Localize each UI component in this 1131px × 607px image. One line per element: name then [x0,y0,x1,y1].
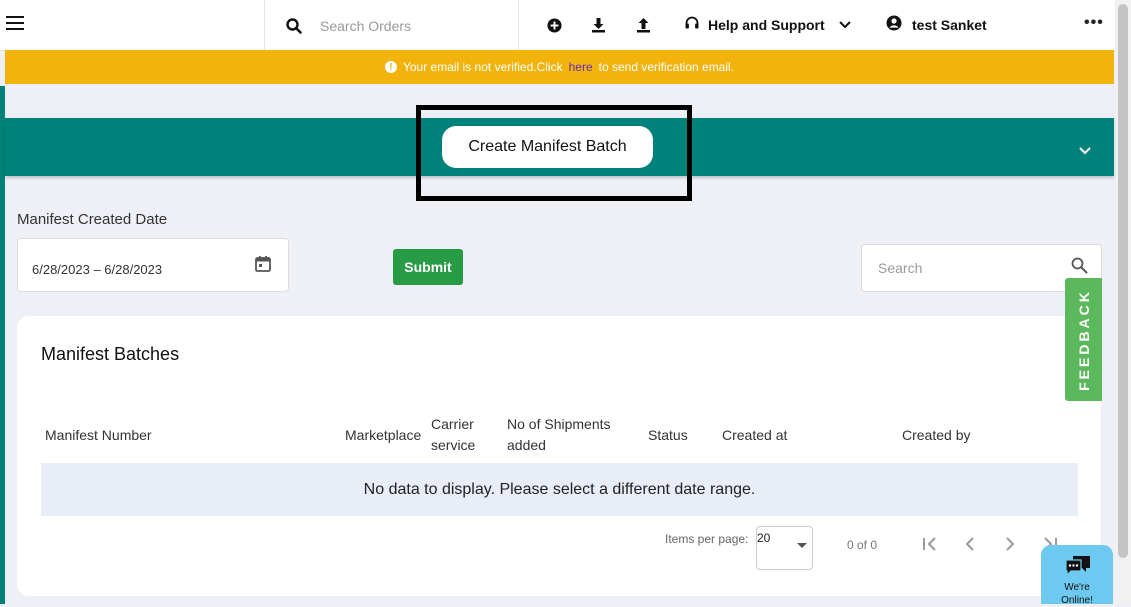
previous-page-icon[interactable] [962,534,978,559]
verify-email-link[interactable]: here [569,60,593,74]
help-and-support-menu[interactable]: Help and Support [684,12,851,38]
upload-icon[interactable] [633,15,653,35]
feedback-label: FEEDBACK [1075,288,1092,391]
calendar-icon[interactable] [254,255,272,278]
user-icon [886,15,902,36]
search-icon[interactable] [1071,257,1088,279]
column-header-manifest-number[interactable]: Manifest Number [45,425,152,446]
date-filter-label: Manifest Created Date [17,211,168,228]
column-header-marketplace[interactable]: Marketplace [345,425,421,446]
column-header-created-by[interactable]: Created by [902,425,970,446]
info-icon: ! [384,61,397,73]
next-page-icon[interactable] [1002,534,1018,559]
chat-status-text: We're Online! [1041,581,1113,607]
help-and-support-label: Help and Support [708,17,825,33]
scrollbar-thumb[interactable] [1118,4,1128,558]
date-range-value: 6/28/2023 – 6/28/2023 [32,262,163,277]
highlight-box [416,105,692,201]
feedback-tab[interactable]: FEEDBACK [1065,278,1102,401]
user-name: test Sanket [912,17,987,33]
chat-line-1: We're [1064,582,1090,593]
column-header-status[interactable]: Status [648,425,688,446]
items-per-page-label: Items per page: [665,532,749,546]
more-icon[interactable]: ••• [1084,14,1104,32]
email-verification-banner: ! Your email is not verified.Click here to… [5,50,1114,84]
collapse-chevron-icon[interactable] [1078,142,1092,160]
column-header-carrier-service[interactable]: Carrier service [431,414,491,456]
user-menu[interactable]: test Sanket [886,12,987,38]
banner-text-after: to send verification email. [598,60,735,74]
download-icon[interactable] [588,15,608,35]
items-per-page-select[interactable]: 20 [756,526,813,570]
chat-bubble-icon [1064,553,1092,582]
pagination-range: 0 of 0 [847,538,878,552]
date-range-field[interactable]: 6/28/2023 – 6/28/2023 [17,238,289,292]
table-search-input[interactable] [876,259,1060,277]
banner-text: Your email is not verified.Click [402,60,563,74]
column-header-shipments-added[interactable]: No of Shipments added [507,414,631,456]
search-icon [286,18,302,39]
card-title: Manifest Batches [41,344,180,364]
headset-icon [684,15,700,36]
page-scrollbar[interactable] [1115,0,1131,604]
column-header-created-at[interactable]: Created at [722,425,787,446]
divider [264,0,265,50]
chat-line-2: Online! [1061,595,1093,606]
submit-button[interactable]: Submit [393,249,463,285]
items-per-page-value: 20 [757,531,771,545]
empty-table-message: No data to display. Please select a diff… [41,463,1078,516]
chevron-down-icon [838,16,851,34]
first-page-icon[interactable] [920,534,940,559]
live-chat-widget[interactable]: We're Online! [1041,545,1113,607]
menu-icon[interactable] [6,16,24,32]
add-circle-icon[interactable] [544,15,564,35]
dropdown-caret-icon [797,543,807,548]
search-orders-input[interactable] [312,14,523,38]
